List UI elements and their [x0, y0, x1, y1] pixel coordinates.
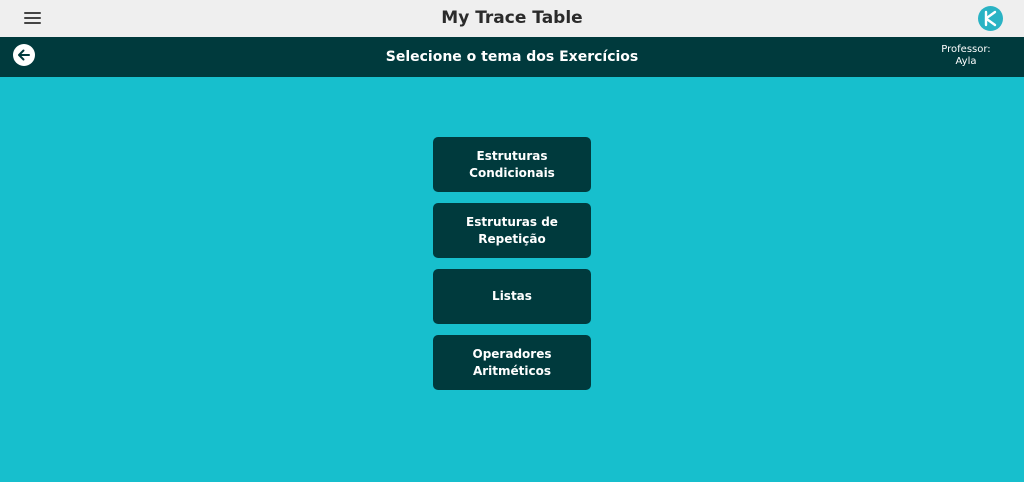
teacher-name: Ayla [955, 56, 977, 67]
top-app-bar: My Trace Table [0, 0, 1024, 37]
page-title: Selecione o tema dos Exercícios [385, 49, 639, 65]
hamburger-menu-icon[interactable] [24, 10, 41, 26]
topic-list: Estruturas Condicionais Estruturas de Re… [433, 137, 591, 401]
topic-button-estruturas-condicionais[interactable]: Estruturas Condicionais [433, 137, 591, 192]
app-logo-icon [978, 6, 1003, 31]
topic-button-operadores-aritmeticos[interactable]: Operadores Aritméticos [433, 335, 591, 390]
app-title: My Trace Table [441, 8, 583, 28]
topic-button-estruturas-repeticao[interactable]: Estruturas de Repetição [433, 203, 591, 258]
back-button[interactable] [13, 44, 35, 66]
teacher-label: Professor: [941, 44, 991, 55]
teacher-info: Professor: Ayla [931, 44, 1001, 68]
section-header: Selecione o tema dos Exercícios Professo… [0, 37, 1024, 77]
arrow-left-icon [18, 49, 30, 61]
topic-button-listas[interactable]: Listas [433, 269, 591, 324]
